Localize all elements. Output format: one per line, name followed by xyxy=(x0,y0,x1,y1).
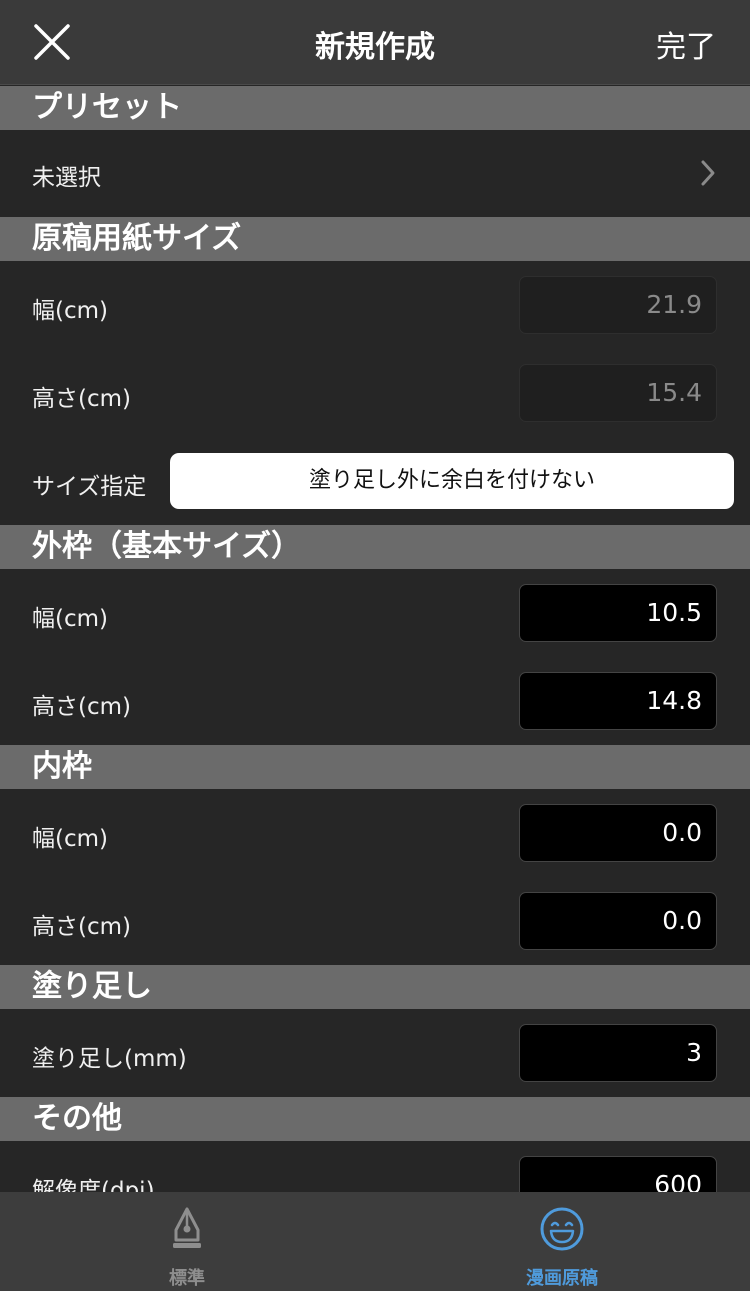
navigation-bar: 新規作成 完了 xyxy=(0,0,750,85)
bleed-label: 塗り足し(mm) xyxy=(32,1046,187,1072)
bleed-row: 塗り足し(mm) 3 xyxy=(0,1009,750,1097)
page-title: 新規作成 xyxy=(315,30,435,65)
done-button[interactable]: 完了 xyxy=(656,22,716,66)
outer-height-label: 高さ(cm) xyxy=(32,694,131,720)
inner-width-row: 幅(cm) 0.0 xyxy=(0,789,750,877)
preset-row[interactable]: 未選択 xyxy=(0,130,750,216)
tab-manga-label: 漫画原稿 xyxy=(526,1268,598,1289)
paper-width-label: 幅(cm) xyxy=(32,298,108,324)
tab-manga[interactable]: 漫画原稿 xyxy=(462,1192,662,1291)
inner-height-label: 高さ(cm) xyxy=(32,914,131,940)
bleed-field[interactable]: 3 xyxy=(519,1024,717,1082)
resolution-row: 解像度(dpi) 600 xyxy=(0,1141,750,1192)
tab-bar: 標準 漫画原稿 xyxy=(0,1192,750,1291)
size-spec-button[interactable]: 塗り足し外に余白を付けない xyxy=(170,453,734,509)
size-spec-row: サイズ指定 塗り足し外に余白を付けない xyxy=(0,437,750,525)
resolution-label: 解像度(dpi) xyxy=(32,1178,155,1192)
outer-height-field[interactable]: 14.8 xyxy=(519,672,717,730)
section-header-preset: プリセット xyxy=(0,86,750,130)
section-header-bleed: 塗り足し xyxy=(0,965,750,1009)
inner-width-label: 幅(cm) xyxy=(32,826,108,852)
tab-standard[interactable]: 標準 xyxy=(87,1192,287,1291)
section-header-outer-frame: 外枠（基本サイズ） xyxy=(0,525,750,569)
paper-height-label: 高さ(cm) xyxy=(32,386,131,412)
paper-width-field: 21.9 xyxy=(519,276,717,334)
tab-standard-label: 標準 xyxy=(169,1268,205,1289)
inner-width-field[interactable]: 0.0 xyxy=(519,804,717,862)
outer-width-row: 幅(cm) 10.5 xyxy=(0,569,750,657)
outer-height-row: 高さ(cm) 14.8 xyxy=(0,657,750,745)
section-header-inner-frame: 内枠 xyxy=(0,745,750,789)
paper-width-row: 幅(cm) 21.9 xyxy=(0,261,750,349)
outer-width-field[interactable]: 10.5 xyxy=(519,584,717,642)
resolution-field[interactable]: 600 xyxy=(519,1156,717,1192)
paper-height-field: 15.4 xyxy=(519,364,717,422)
section-header-paper-size: 原稿用紙サイズ xyxy=(0,217,750,261)
chevron-right-icon xyxy=(701,160,715,186)
inner-height-field[interactable]: 0.0 xyxy=(519,892,717,950)
inner-height-row: 高さ(cm) 0.0 xyxy=(0,877,750,965)
outer-width-label: 幅(cm) xyxy=(32,606,108,632)
paper-height-row: 高さ(cm) 15.4 xyxy=(0,349,750,437)
section-header-other: その他 xyxy=(0,1097,750,1141)
size-spec-label: サイズ指定 xyxy=(32,474,147,500)
pen-nib-icon xyxy=(173,1207,201,1248)
preset-value: 未選択 xyxy=(32,165,101,191)
laughing-face-icon xyxy=(540,1207,584,1251)
